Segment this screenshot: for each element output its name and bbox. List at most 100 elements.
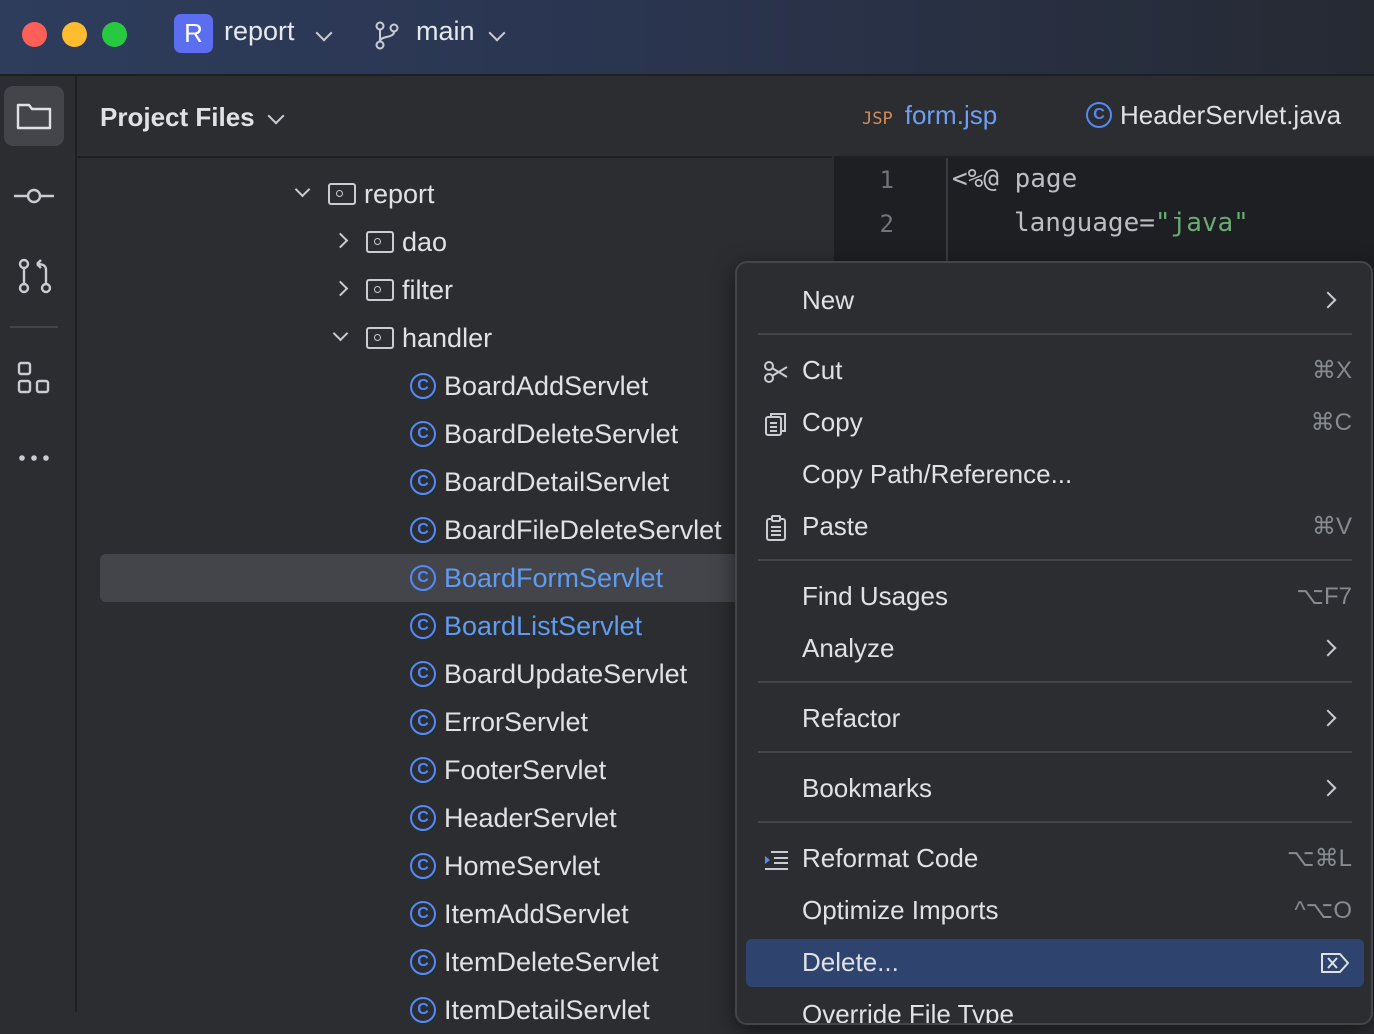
tree-class-item[interactable]: C BoardAddServlet (410, 362, 648, 410)
tree-class-item-selected[interactable]: C BoardFormServlet (410, 554, 663, 602)
menu-item-bookmarks[interactable]: Bookmarks (746, 765, 1364, 813)
menu-item-copy[interactable]: Copy ⌘C (746, 399, 1364, 447)
class-name: BoardDetailServlet (444, 467, 670, 497)
more-tools-button[interactable] (4, 428, 64, 488)
delete-key-icon (1321, 953, 1349, 973)
project-name: report (224, 16, 295, 46)
menu-item-optimize-imports[interactable]: Optimize Imports ^⌥O (746, 887, 1364, 935)
menu-item-find-usages[interactable]: Find Usages ⌥F7 (746, 573, 1364, 621)
tree-node-label: filter (402, 275, 454, 305)
close-window-button[interactable] (22, 22, 47, 47)
more-horizontal-icon (19, 455, 49, 461)
menu-item-override-file-type[interactable]: Override File Type (746, 991, 1364, 1023)
menu-item-cut[interactable]: Cut ⌘X (746, 347, 1364, 395)
java-class-icon: C (410, 804, 436, 831)
menu-item-label: Find Usages (802, 581, 948, 611)
java-class-icon: C (410, 756, 436, 783)
expand-arrow-icon[interactable] (294, 182, 311, 198)
class-name: BoardFileDeleteServlet (444, 515, 722, 545)
jsp-file-icon: JSP (862, 109, 893, 129)
panel-title: Project Files (100, 102, 255, 132)
tree-node-report[interactable]: report (294, 170, 435, 218)
tree-node-label: dao (402, 227, 448, 257)
tree-class-item[interactable]: C ItemAddServlet (410, 890, 629, 938)
project-panel: Project Files report dao filter handler … (77, 76, 832, 1025)
tree-node-label: report (364, 179, 435, 209)
menu-item-analyze[interactable]: Analyze (746, 625, 1364, 673)
menu-item-delete[interactable]: Delete... (746, 939, 1364, 987)
class-name: ErrorServlet (444, 707, 589, 737)
menu-item-copy-path[interactable]: Copy Path/Reference... (746, 451, 1364, 499)
code-line[interactable]: <%@ page (952, 164, 1077, 194)
tab-form-jsp[interactable]: JSP form.jsp (862, 100, 997, 131)
java-class-icon: C (410, 660, 436, 687)
class-name: BoardUpdateServlet (444, 659, 688, 689)
menu-item-paste[interactable]: Paste ⌘V (746, 503, 1364, 551)
tree-class-item[interactable]: C ErrorServlet (410, 698, 588, 746)
tree-class-item[interactable]: C HomeServlet (410, 842, 600, 890)
commit-tool-button[interactable] (4, 166, 64, 226)
submenu-arrow-icon (1319, 291, 1337, 309)
menu-item-new[interactable]: New (746, 277, 1364, 325)
chevron-down-icon (315, 24, 333, 42)
branch-name: main (416, 16, 475, 46)
expand-arrow-icon[interactable] (332, 326, 349, 342)
tree-node-label: handler (402, 323, 493, 353)
tree-node-filter[interactable]: filter (332, 266, 454, 314)
class-name: HomeServlet (444, 851, 601, 881)
tree-class-item[interactable]: C BoardFileDeleteServlet (410, 506, 722, 554)
code-line[interactable]: language="java" (1014, 208, 1249, 238)
structure-icon (17, 361, 50, 394)
menu-item-label: Analyze (802, 633, 895, 663)
clipboard-icon (766, 515, 786, 541)
chevron-down-icon (488, 24, 506, 42)
commit-icon (14, 188, 54, 204)
folder-icon (16, 103, 52, 130)
package-folder-icon (366, 230, 394, 253)
menu-item-refactor[interactable]: Refactor (746, 695, 1364, 743)
package-folder-icon (366, 278, 394, 301)
class-name: BoardAddServlet (444, 371, 649, 401)
title-bar: R report main (0, 0, 1374, 76)
menu-item-label: Cut (802, 355, 843, 385)
java-class-icon: C (410, 612, 436, 639)
zoom-window-button[interactable] (102, 22, 127, 47)
menu-separator (758, 821, 1352, 823)
package-folder-icon (328, 182, 356, 205)
menu-item-shortcut: ⌘X (1311, 357, 1352, 384)
pull-requests-tool-button[interactable] (4, 246, 64, 306)
tree-class-item[interactable]: C BoardUpdateServlet (410, 650, 687, 698)
collapse-arrow-icon[interactable] (332, 233, 349, 249)
menu-separator (758, 681, 1352, 683)
panel-title-dropdown[interactable]: Project Files (100, 102, 255, 133)
line-number: 2 (879, 210, 894, 238)
submenu-arrow-icon (1319, 779, 1337, 797)
menu-item-shortcut: ^⌥O (1294, 897, 1352, 924)
tab-headerservlet-java[interactable]: C HeaderServlet.java (1086, 100, 1341, 131)
package-folder-icon (366, 326, 394, 349)
tree-class-item[interactable]: C HeaderServlet (410, 794, 617, 842)
tree-class-item[interactable]: C BoardDeleteServlet (410, 410, 678, 458)
class-name: HeaderServlet (444, 803, 617, 833)
code-string: "java" (1154, 208, 1249, 238)
tree-class-item[interactable]: C ItemDetailServlet (410, 986, 650, 1034)
menu-separator (758, 751, 1352, 753)
tree-class-item[interactable]: C ItemDeleteServlet (410, 938, 659, 986)
project-tool-button[interactable] (4, 86, 64, 146)
tree-node-handler[interactable]: handler (332, 314, 493, 362)
tree-node-dao[interactable]: dao (332, 218, 448, 266)
tool-window-bar (0, 76, 77, 1012)
structure-tool-button[interactable] (4, 348, 64, 408)
menu-separator (758, 559, 1352, 561)
menu-item-reformat-code[interactable]: Reformat Code ⌥⌘L (746, 835, 1364, 883)
minimize-window-button[interactable] (62, 22, 87, 47)
class-name: FooterServlet (444, 755, 607, 785)
tree-class-item[interactable]: C BoardListServlet (410, 602, 642, 650)
tree-class-item[interactable]: C BoardDetailServlet (410, 458, 669, 506)
menu-item-label: Paste (802, 511, 869, 541)
panel-header: Project Files (77, 76, 832, 158)
tree-class-item[interactable]: C FooterServlet (410, 746, 606, 794)
collapse-arrow-icon[interactable] (332, 281, 349, 297)
class-name: ItemDetailServlet (444, 995, 650, 1025)
menu-item-shortcut: ⌥⌘L (1286, 845, 1352, 872)
